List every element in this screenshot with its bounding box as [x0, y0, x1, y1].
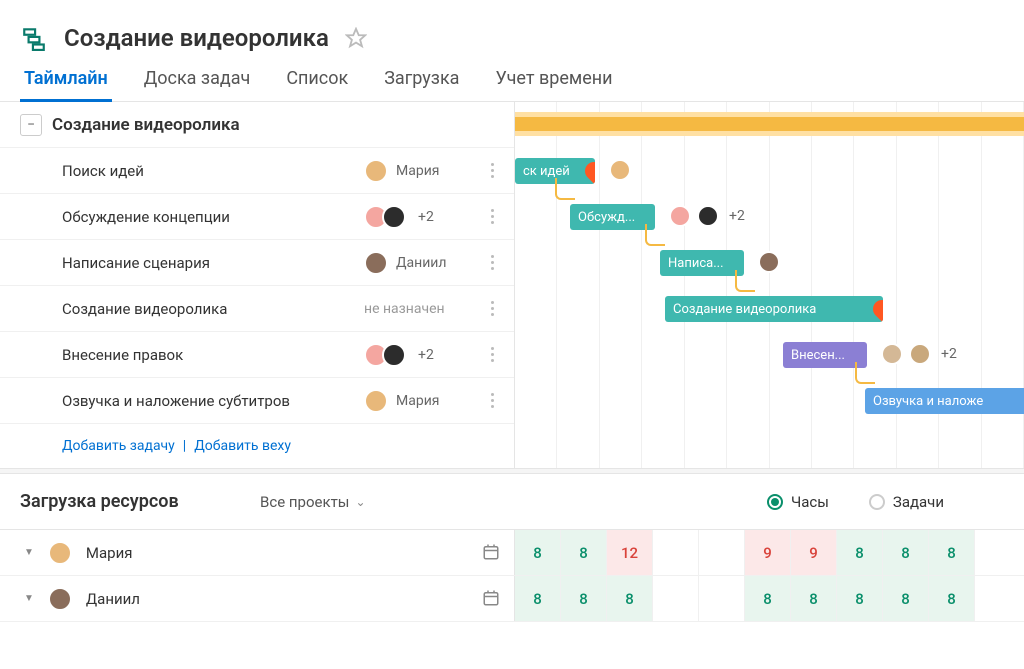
more-icon[interactable] — [482, 253, 502, 273]
gantt-bar[interactable]: Озвучка и наложе — [865, 388, 1024, 414]
tab-4[interactable]: Учет времени — [491, 68, 616, 101]
gantt-bar[interactable]: Обсужд... — [570, 204, 655, 230]
page-title: Создание видеоролика — [64, 24, 329, 52]
avatar — [364, 251, 388, 275]
connector — [735, 270, 755, 292]
resource-row: ▼Даниил88888888 — [0, 576, 1024, 622]
radio-tasks[interactable]: Задачи — [869, 493, 944, 511]
workload-cell[interactable]: 8 — [515, 530, 561, 575]
avatar — [881, 343, 903, 365]
calendar-icon[interactable] — [482, 543, 502, 563]
project-bar[interactable] — [515, 112, 1024, 136]
task-row[interactable]: Написание сценарияДаниил — [0, 240, 514, 286]
assignee[interactable]: +2 — [364, 205, 474, 229]
project-icon — [20, 24, 48, 52]
assignee[interactable]: Мария — [364, 159, 474, 183]
tab-1[interactable]: Доска задач — [140, 68, 255, 101]
avatar — [382, 343, 406, 367]
workload-cell[interactable]: 8 — [837, 530, 883, 575]
star-icon[interactable] — [345, 27, 367, 49]
workload-cell[interactable]: 9 — [745, 530, 791, 575]
assignee[interactable]: +2 — [364, 343, 474, 367]
avatar — [364, 159, 388, 183]
task-name: Обсуждение концепции — [62, 208, 364, 226]
workload-cell[interactable]: 8 — [929, 530, 975, 575]
workload-cell[interactable]: 12 — [607, 530, 653, 575]
resources-title: Загрузка ресурсов — [20, 491, 260, 512]
workload-cell[interactable]: 9 — [791, 530, 837, 575]
caret-icon[interactable]: ▼ — [24, 593, 34, 604]
task-name: Внесение правок — [62, 346, 364, 364]
group-title: Создание видеоролика — [52, 115, 240, 135]
tab-0[interactable]: Таймлайн — [20, 68, 112, 101]
task-row[interactable]: Обсуждение концепции+2 — [0, 194, 514, 240]
avatar — [697, 205, 719, 227]
caret-icon[interactable]: ▼ — [24, 547, 34, 558]
workload-cell[interactable]: 8 — [515, 576, 561, 621]
workload-cell[interactable] — [653, 530, 699, 575]
view-tabs: Таймлайн Доска задач Список Загрузка Учет вр… — [0, 52, 1024, 102]
workload-cell[interactable]: 8 — [883, 530, 929, 575]
avatar — [364, 389, 388, 413]
more-icon[interactable] — [482, 161, 502, 181]
connector — [645, 224, 665, 246]
task-row[interactable]: Озвучка и наложение субтитровМария — [0, 378, 514, 424]
more-icon[interactable] — [482, 345, 502, 365]
workload-cell[interactable]: 8 — [745, 576, 791, 621]
avatar — [758, 251, 780, 273]
collapse-icon[interactable]: − — [20, 114, 42, 136]
chevron-down-icon: ⌄ — [355, 495, 365, 509]
add-task-link[interactable]: Добавить задачу — [62, 438, 175, 454]
task-name: Поиск идей — [62, 162, 364, 180]
radio-dot-icon — [767, 494, 783, 510]
workload-cell[interactable]: 8 — [561, 576, 607, 621]
calendar-icon[interactable] — [482, 589, 502, 609]
assignee[interactable]: Даниил — [364, 251, 474, 275]
radio-dot-icon — [869, 494, 885, 510]
divider: | — [183, 438, 186, 454]
flame-icon — [581, 158, 595, 183]
connector — [555, 178, 575, 200]
task-name: Написание сценария — [62, 254, 364, 272]
add-milestone-link[interactable]: Добавить веху — [194, 438, 291, 454]
avatar — [669, 205, 691, 227]
workload-cell[interactable] — [653, 576, 699, 621]
workload-cell[interactable]: 8 — [607, 576, 653, 621]
more-icon[interactable] — [482, 207, 502, 227]
gantt-bar[interactable]: Написа... — [660, 250, 744, 276]
connector — [855, 362, 875, 384]
assignee[interactable]: не назначен — [364, 301, 474, 317]
workload-cell[interactable]: 8 — [561, 530, 607, 575]
radio-hours[interactable]: Часы — [767, 493, 829, 511]
flame-icon — [869, 296, 883, 321]
workload-cell[interactable]: 8 — [883, 576, 929, 621]
avatar — [48, 541, 72, 565]
gantt-bar[interactable]: Создание видеоролика — [665, 296, 883, 322]
workload-cell[interactable] — [699, 576, 745, 621]
workload-cell[interactable]: 8 — [929, 576, 975, 621]
workload-cell[interactable] — [699, 530, 745, 575]
avatar — [382, 205, 406, 229]
task-name: Озвучка и наложение субтитров — [62, 392, 364, 410]
avatar — [48, 587, 72, 611]
more-icon[interactable] — [482, 391, 502, 411]
workload-cell[interactable]: 8 — [791, 576, 837, 621]
workload-cell[interactable]: 8 — [837, 576, 883, 621]
task-name: Создание видеоролика — [62, 300, 364, 318]
more-icon[interactable] — [482, 299, 502, 319]
project-filter-dropdown[interactable]: Все проекты ⌄ — [260, 493, 366, 511]
tab-3[interactable]: Загрузка — [380, 68, 463, 101]
avatar — [609, 159, 631, 181]
task-row[interactable]: Поиск идейМария — [0, 148, 514, 194]
resource-name: Мария — [86, 544, 468, 562]
resource-row: ▼Мария881299888 — [0, 530, 1024, 576]
task-row[interactable]: Внесение правок+2 — [0, 332, 514, 378]
task-row[interactable]: Создание видеороликане назначен — [0, 286, 514, 332]
avatar — [909, 343, 931, 365]
resource-name: Даниил — [86, 590, 468, 608]
tab-2[interactable]: Список — [282, 68, 352, 101]
assignee[interactable]: Мария — [364, 389, 474, 413]
